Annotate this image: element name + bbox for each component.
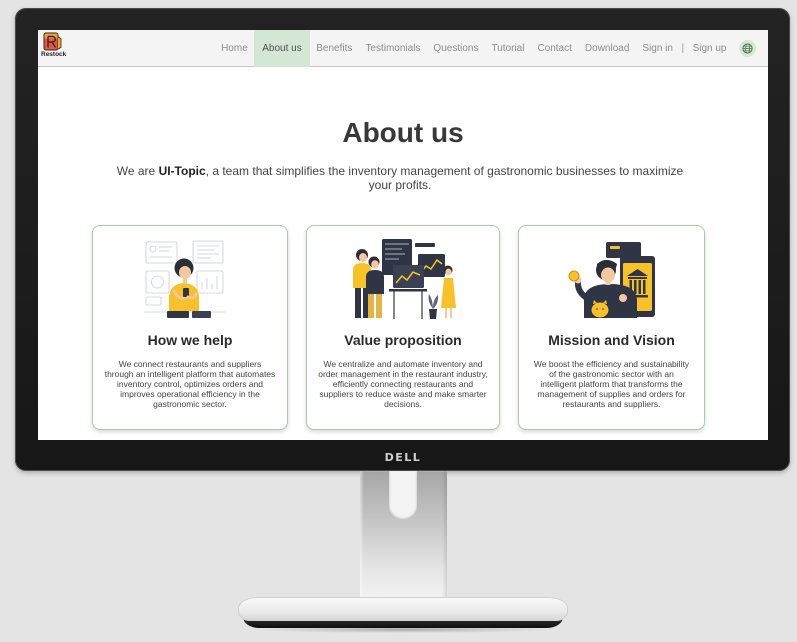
monitor-stand-neck: [360, 471, 447, 603]
logo-text: Restock: [41, 51, 67, 58]
nav-benefits[interactable]: Benefits: [310, 30, 359, 67]
intro-brand: UI-Topic: [158, 164, 206, 178]
navbar: Restock Home About us Benefits Testimoni…: [38, 30, 768, 67]
nav-home[interactable]: Home: [215, 30, 255, 67]
card-text: We boost the efficiency and sustainabili…: [533, 359, 690, 409]
globe-icon: [742, 43, 753, 54]
woman-with-phone-illustration: [144, 240, 226, 318]
card-text: We connect restaurants and suppliers thr…: [104, 359, 276, 409]
language-button[interactable]: [739, 40, 756, 57]
nav-testimonials[interactable]: Testimonials: [359, 30, 427, 67]
stand-cable-notch: [389, 471, 417, 520]
card-title: How we help: [147, 332, 233, 348]
about-intro: We are UI-Topic, a team that simplifies …: [110, 164, 690, 192]
screen: Restock Home About us Benefits Testimoni…: [38, 30, 768, 440]
nav-separator: |: [681, 43, 685, 54]
card-mission-and-vision: Mission and Vision We boost the efficien…: [518, 225, 705, 430]
monitor: Restock Home About us Benefits Testimoni…: [15, 8, 790, 471]
team-with-dashboards-illustration: [353, 239, 456, 319]
monitor-stand-base: [238, 597, 568, 621]
intro-suffix: , a team that simplifies the inventory m…: [205, 164, 684, 192]
nav-tutorial[interactable]: Tutorial: [485, 30, 531, 67]
man-with-coin-and-bank-phone-illustration: [568, 242, 655, 318]
card-value-proposition: Value proposition We centralize and auto…: [306, 225, 500, 430]
nav-links: Home About us Benefits Testimonials Ques…: [215, 30, 756, 67]
card-how-we-help: How we help We connect restaurants and s…: [92, 225, 288, 430]
intro-prefix: We are: [116, 164, 159, 178]
about-title: About us: [342, 117, 464, 148]
monitor-brand-logo: DELL: [384, 451, 422, 464]
nav-about-us[interactable]: About us: [254, 30, 310, 67]
sign-up-link[interactable]: Sign up: [686, 30, 733, 67]
card-title: Value proposition: [344, 332, 462, 348]
nav-download[interactable]: Download: [578, 30, 635, 67]
nav-questions[interactable]: Questions: [427, 30, 485, 67]
card-title: Mission and Vision: [548, 332, 675, 348]
logo[interactable]: Restock: [40, 30, 70, 67]
nav-contact[interactable]: Contact: [531, 30, 578, 67]
card-text: We centralize and automate inventory and…: [318, 359, 488, 409]
sign-in-link[interactable]: Sign in: [636, 30, 680, 67]
restock-logo-icon: [43, 32, 62, 51]
